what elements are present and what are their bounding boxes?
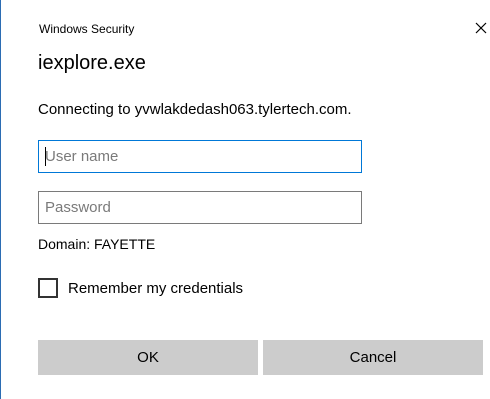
- text-caret: [45, 147, 46, 166]
- checkbox-box[interactable]: [38, 278, 58, 298]
- domain-label: Domain: FAYETTE: [38, 236, 156, 252]
- cancel-button[interactable]: Cancel: [263, 340, 483, 375]
- remember-credentials-label[interactable]: Remember my credentials: [68, 280, 243, 297]
- remember-credentials-checkbox[interactable]: Remember my credentials: [38, 278, 243, 298]
- window-title: Windows Security: [39, 22, 135, 36]
- connecting-message: Connecting to yvwlakdedash063.tylertech.…: [38, 101, 352, 118]
- close-icon[interactable]: [475, 22, 487, 34]
- ok-button[interactable]: OK: [38, 340, 258, 375]
- username-input[interactable]: [38, 140, 362, 173]
- close-button[interactable]: [471, 18, 490, 38]
- credentials-dialog: Windows Security iexplore.exe Connecting…: [0, 0, 490, 399]
- password-input[interactable]: [38, 191, 362, 224]
- app-title: iexplore.exe: [38, 52, 146, 74]
